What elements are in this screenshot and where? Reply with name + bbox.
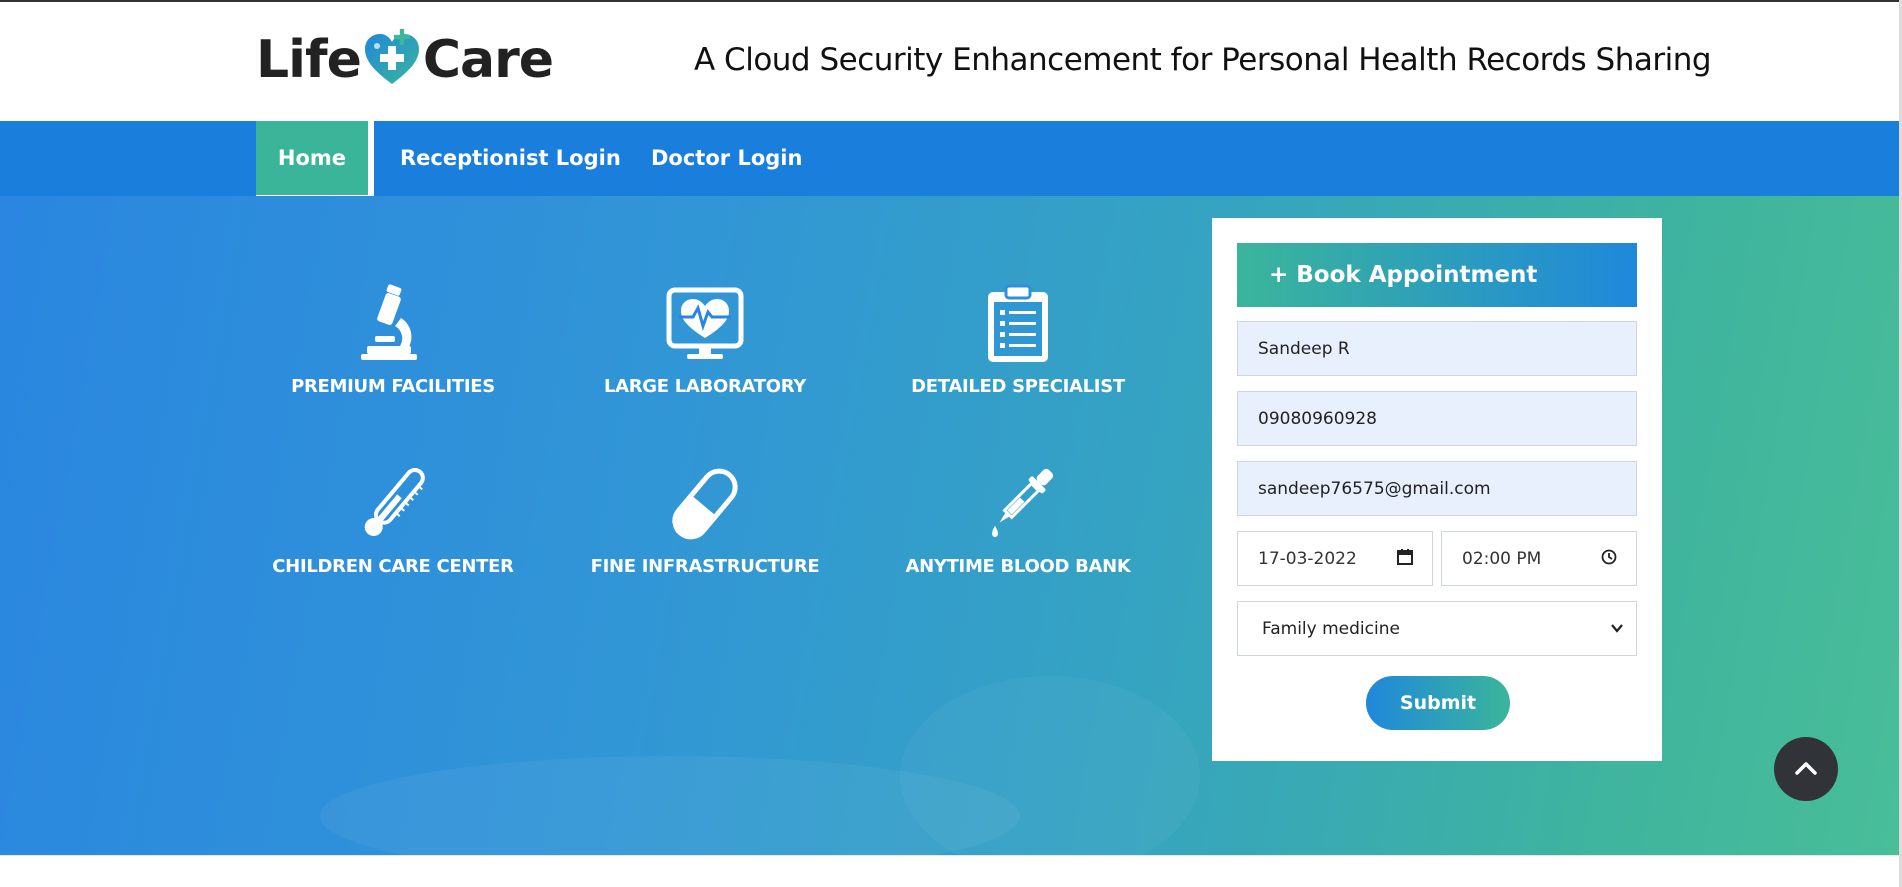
phone-field[interactable]: 09080960928 — [1237, 391, 1637, 446]
department-value: Family medicine — [1262, 618, 1400, 639]
nav-home[interactable]: Home — [256, 121, 374, 201]
clipboard-icon — [988, 284, 1048, 362]
logo-text-life: Life — [256, 30, 362, 90]
calendar-icon[interactable] — [1396, 548, 1414, 571]
feature-detailed-specialist: DETAILED SPECIALIST — [878, 284, 1158, 397]
microscope-icon — [361, 284, 417, 360]
chevron-down-icon — [1610, 620, 1624, 640]
phone-value: 09080960928 — [1258, 408, 1377, 429]
submit-button[interactable]: Submit — [1366, 676, 1510, 730]
feature-fine-infrastructure: FINE INFRASTRUCTURE — [565, 464, 845, 577]
clock-icon[interactable] — [1600, 548, 1618, 571]
feature-label: ANYTIME BLOOD BANK — [905, 556, 1131, 577]
name-field[interactable]: Sandeep R — [1237, 321, 1637, 376]
feature-label: FINE INFRASTRUCTURE — [590, 556, 820, 577]
feature-children-care-center: CHILDREN CARE CENTER — [253, 464, 533, 577]
date-value: 17-03-2022 — [1258, 548, 1357, 569]
feature-label: LARGE LABORATORY — [603, 376, 807, 397]
nav-doctor-login[interactable]: Doctor Login — [651, 121, 802, 196]
nav-receptionist-login[interactable]: Receptionist Login — [400, 121, 621, 196]
page-bottom — [0, 855, 1902, 887]
feature-label: DETAILED SPECIALIST — [911, 376, 1125, 397]
thermometer-icon — [364, 467, 425, 536]
feature-label: CHILDREN CARE CENTER — [272, 556, 514, 577]
time-value: 02:00 PM — [1462, 548, 1542, 569]
lifecare-logo[interactable]: Life ✚ Care — [256, 26, 554, 90]
form-title: + Book Appointment — [1237, 243, 1637, 307]
date-field[interactable]: 17-03-2022 — [1237, 531, 1433, 586]
feature-premium-facilities: PREMIUM FACILITIES — [253, 284, 533, 397]
appointment-form: + Book Appointment Sandeep R 09080960928… — [1212, 218, 1662, 761]
main-nav: Home Receptionist Login Doctor Login — [0, 121, 1902, 201]
time-field[interactable]: 02:00 PM — [1441, 531, 1637, 586]
feature-anytime-blood-bank: ANYTIME BLOOD BANK — [878, 464, 1158, 577]
email-field[interactable]: sandeep76575@gmail.com — [1237, 461, 1637, 516]
email-value: sandeep76575@gmail.com — [1258, 478, 1491, 499]
feature-label: PREMIUM FACILITIES — [291, 376, 495, 397]
dropper-icon — [992, 468, 1054, 537]
name-value: Sandeep R — [1258, 338, 1350, 359]
site-header: Life ✚ Care A Cloud Security Enhancement… — [0, 0, 1902, 121]
site-tagline: A Cloud Security Enhancement for Persona… — [694, 42, 1712, 78]
pill-icon — [672, 468, 738, 540]
heart-plus-icon: ✚ — [363, 26, 421, 88]
logo-text-care: Care — [422, 30, 554, 90]
feature-large-laboratory: LARGE LABORATORY — [565, 284, 845, 397]
heart-monitor-icon — [666, 287, 744, 359]
department-select[interactable]: Family medicine — [1237, 601, 1637, 656]
chevron-up-icon — [1795, 762, 1817, 775]
scroll-to-top-button[interactable] — [1774, 737, 1838, 801]
